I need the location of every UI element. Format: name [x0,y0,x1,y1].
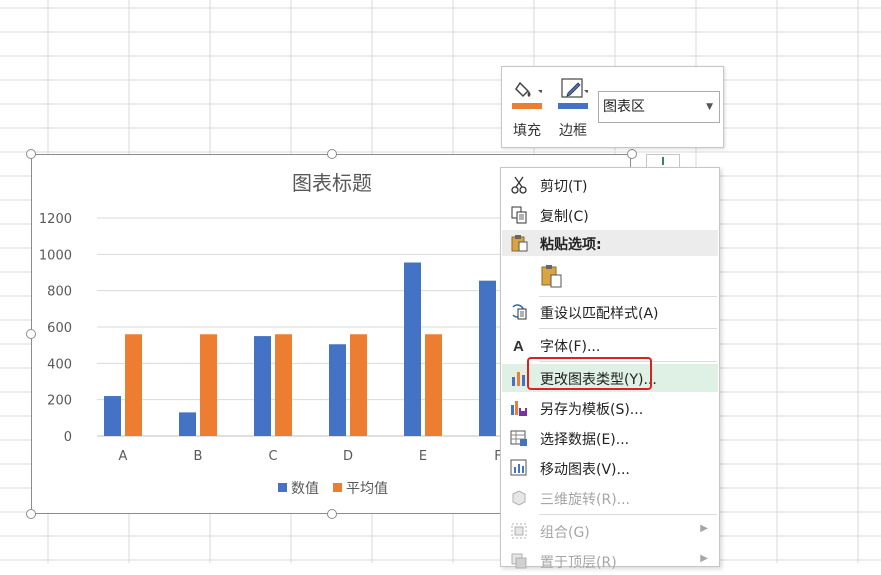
select-data-icon [510,430,527,446]
x-tick-label: D [343,449,353,464]
bar-value-A[interactable] [104,396,121,436]
legend-swatch [278,483,287,492]
menu-item-save-as-template-label: 另存为模板(S)... [540,402,644,418]
chart-element-select[interactable]: 图表区 ▼ [598,91,720,123]
resize-handle-middle-left[interactable] [26,329,36,339]
menu-item-select-data-label: 选择数据(E)... [540,432,630,448]
paste-options-label: 粘贴选项: [540,237,602,253]
menu-separator [539,514,717,515]
format-mini-toolbar: 填充 边框 图表区 ▼ [501,66,724,148]
resize-handle-bottom-left[interactable] [26,509,36,519]
resize-handle-bottom-middle[interactable] [327,509,337,519]
menu-item-cut-label: 剪切(T) [540,179,588,195]
menu-item-copy[interactable]: 复制(C) [502,201,718,229]
paint-bucket-icon [512,81,542,109]
menu-separator [539,328,717,329]
menu-item-move-chart-label: 移动图表(V)... [540,462,630,478]
menu-separator [539,296,717,297]
scissors-icon [511,176,527,194]
copy-icon [511,206,527,224]
bar-value-E[interactable] [404,262,421,436]
bar-value-C[interactable] [254,336,271,436]
bar-average-D[interactable] [350,334,367,436]
submenu-arrow-icon: ▶ [700,553,708,564]
border-button[interactable]: 边框 [552,73,594,143]
menu-item-3d-rotation: 三维旋转(R)... [502,484,718,512]
save-template-icon [511,401,527,416]
y-tick-label: 1200 [39,212,72,227]
cube-icon [512,490,526,506]
x-tick-label: E [419,449,427,464]
x-tick-label: A [119,449,128,464]
y-tick-label: 400 [47,357,72,372]
paste-option-keep-formatting[interactable] [502,260,718,292]
x-tick-label: B [194,449,203,464]
paste-options-header: 粘贴选项: [502,230,718,256]
resize-handle-top-right[interactable] [627,149,637,159]
svg-text:A: A [513,338,524,354]
menu-item-move-chart[interactable]: 移动图表(V)... [502,454,718,482]
menu-item-reset-style[interactable]: 重设以匹配样式(A) [502,298,718,326]
move-chart-icon [510,459,527,476]
bar-value-B[interactable] [179,412,196,436]
menu-item-font[interactable]: A 字体(F)... [502,331,718,359]
y-tick-label: 800 [47,285,72,300]
bar-average-E[interactable] [425,334,442,436]
paste-clipboard-icon [541,265,562,288]
fill-label: 填充 [513,123,541,139]
menu-item-3d-rotation-label: 三维旋转(R)... [540,492,631,508]
menu-item-font-label: 字体(F)... [540,339,601,355]
bar-average-A[interactable] [125,334,142,436]
menu-item-reset-style-label: 重设以匹配样式(A) [540,306,659,322]
menu-item-group: 组合(G) ▶ [502,517,718,545]
menu-item-bring-to-front: 置于顶层(R) ▶ [502,547,718,575]
fill-button[interactable]: 填充 [506,73,548,143]
y-tick-label: 600 [47,321,72,336]
legend-label[interactable]: 平均值 [346,481,388,497]
bar-chart-icon [512,372,525,386]
chart-element-select-value: 图表区 [603,99,645,115]
menu-item-group-label: 组合(G) [540,525,590,541]
menu-item-bring-to-front-label: 置于顶层(R) [540,555,617,571]
menu-item-save-as-template[interactable]: 另存为模板(S)... [502,394,718,422]
chevron-down-icon: ▼ [706,102,713,112]
bar-value-F[interactable] [479,280,496,436]
menu-item-select-data[interactable]: 选择数据(E)... [502,424,718,452]
pen-icon [558,78,588,109]
y-tick-label: 200 [47,394,72,409]
font-icon: A [513,338,524,354]
bar-average-C[interactable] [275,334,292,436]
clipboard-icon [511,235,528,252]
submenu-arrow-icon: ▶ [700,523,708,534]
legend-label[interactable]: 数值 [291,481,319,497]
chart-title[interactable]: 图表标题 [292,171,372,195]
y-tick-label: 1000 [39,248,72,263]
reset-style-icon [512,304,527,320]
group-icon [511,523,527,539]
bring-to-front-icon [511,553,527,569]
menu-item-cut[interactable]: 剪切(T) [502,171,718,199]
bar-value-D[interactable] [329,344,346,436]
border-label: 边框 [559,123,587,139]
resize-handle-top-middle[interactable] [327,149,337,159]
y-tick-label: 0 [64,430,72,445]
highlight-annotation-box [527,357,652,390]
x-tick-label: C [268,449,277,464]
bar-average-B[interactable] [200,334,217,436]
legend-swatch [333,483,342,492]
resize-handle-top-left[interactable] [26,149,36,159]
menu-item-copy-label: 复制(C) [540,209,589,225]
